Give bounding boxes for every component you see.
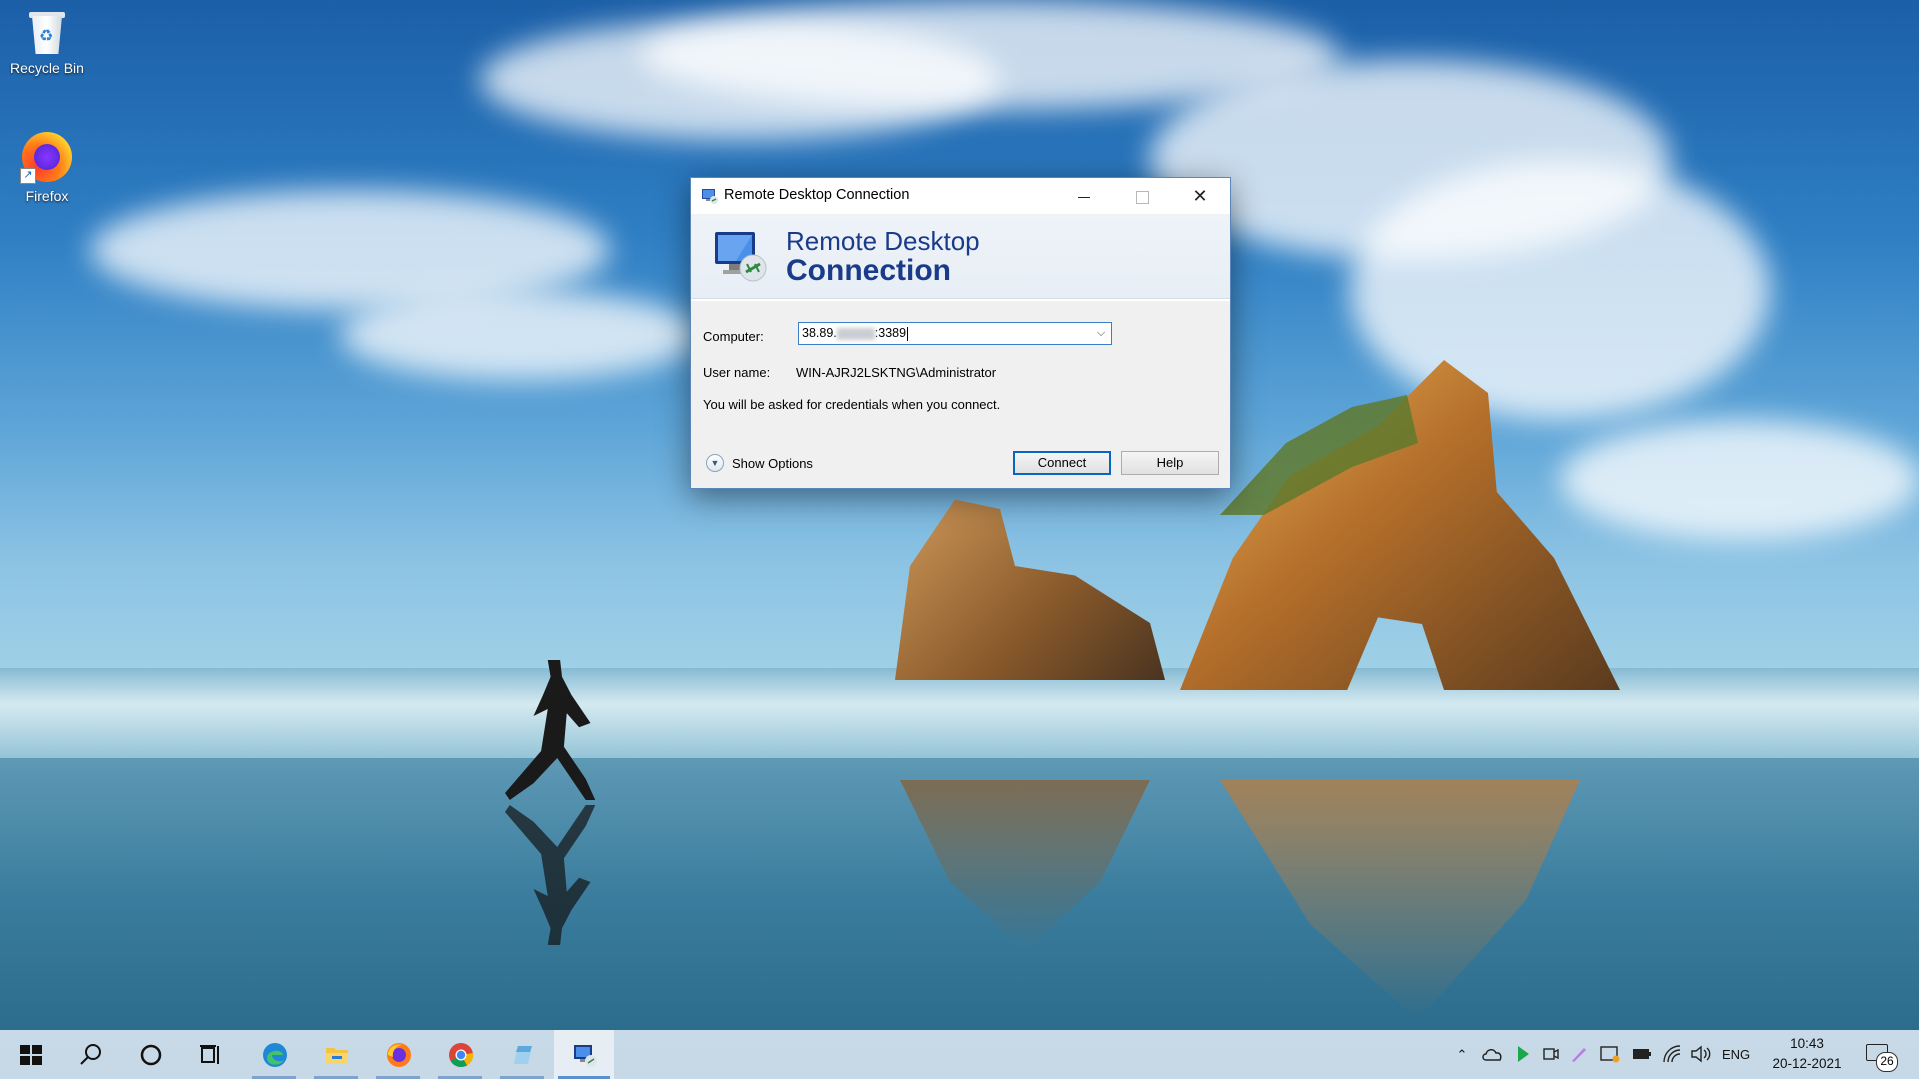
computer-label: Computer: — [703, 329, 764, 344]
desktop-icon-label: Firefox — [25, 188, 69, 204]
task-view-button[interactable] — [180, 1030, 240, 1079]
clock-date: 20-12-2021 — [1772, 1056, 1842, 1071]
computer-value-prefix: 38.89. — [802, 326, 837, 340]
taskbar-file-explorer[interactable] — [306, 1030, 366, 1079]
remote-desktop-icon — [574, 1045, 597, 1067]
close-icon: ✕ — [1192, 186, 1208, 206]
username-value: WIN-AJRJ2LSKTNG\Administrator — [796, 365, 997, 380]
credentials-info-text: You will be asked for credentials when y… — [703, 397, 1001, 412]
rock — [895, 499, 1165, 680]
play-icon[interactable] — [1516, 1045, 1530, 1063]
battery-icon[interactable] — [1632, 1047, 1652, 1061]
text-caret — [907, 326, 909, 341]
computer-value-suffix: :3389 — [874, 326, 907, 340]
notepad-icon — [514, 1046, 532, 1064]
desktop-icon-label: Recycle Bin — [10, 60, 84, 76]
cortana-button[interactable] — [120, 1030, 180, 1079]
desktop-icon-firefox[interactable]: ↗ Firefox — [5, 130, 89, 204]
chrome-icon — [449, 1043, 474, 1068]
taskbar-chrome[interactable] — [430, 1030, 490, 1079]
maximize-icon — [1135, 190, 1149, 204]
start-button[interactable] — [0, 1030, 60, 1079]
defender-security-icon[interactable] — [1600, 1045, 1620, 1063]
show-options-label: Show Options — [732, 456, 813, 471]
dialog-banner: Remote Desktop Connection — [691, 214, 1230, 299]
expand-chevron-icon: ▼ — [706, 454, 724, 472]
remote-desktop-app-icon — [702, 189, 718, 204]
meet-now-icon[interactable] — [1542, 1045, 1560, 1063]
remote-desktop-logo-icon — [715, 232, 767, 282]
username-label: User name: — [703, 365, 771, 380]
divider — [691, 299, 1230, 301]
firefox-icon — [387, 1043, 411, 1067]
chevron-down-icon[interactable]: ⌵ — [1091, 323, 1111, 344]
computer-input-value: 38.89. :3389 — [802, 326, 909, 341]
banner-title-line1: Remote Desktop — [786, 226, 980, 256]
banner-title-line2: Connection — [786, 254, 951, 287]
search-icon — [80, 1044, 101, 1065]
taskbar-notepad[interactable] — [492, 1030, 552, 1079]
cortana-icon — [140, 1044, 162, 1066]
redacted-ip-segment — [836, 327, 875, 340]
taskbar-firefox[interactable] — [368, 1030, 428, 1079]
window-title: Remote Desktop Connection — [724, 187, 910, 203]
taskbar-edge[interactable] — [244, 1030, 304, 1079]
volume-icon[interactable] — [1690, 1044, 1712, 1064]
computer-input[interactable]: 38.89. :3389 ⌵ — [798, 322, 1112, 345]
connect-button[interactable]: Connect — [1013, 451, 1111, 475]
firefox-icon: ↗ — [20, 130, 74, 184]
minimize-button[interactable] — [1055, 178, 1113, 214]
minimize-icon — [1078, 196, 1090, 198]
maximize-button — [1113, 178, 1171, 214]
language-indicator[interactable]: ENG — [1722, 1030, 1750, 1079]
show-hidden-icons-chevron-up-icon[interactable]: ⌃ — [1452, 1030, 1472, 1079]
pen-icon[interactable] — [1570, 1045, 1588, 1063]
onedrive-cloud-icon[interactable] — [1481, 1046, 1503, 1062]
remote-desktop-dialog: Remote Desktop Connection ✕ Remote Deskt… — [690, 177, 1231, 489]
taskbar: ⌃ ENG 10:43 20-12-2021 26 — [0, 1030, 1919, 1079]
help-button[interactable]: Help — [1121, 451, 1219, 475]
edge-icon — [263, 1043, 287, 1067]
notification-count-badge: 26 — [1876, 1052, 1898, 1072]
desktop-icon-recycle-bin[interactable]: ♻ Recycle Bin — [5, 8, 89, 76]
cloud — [1350, 160, 1770, 420]
search-button[interactable] — [60, 1030, 120, 1079]
recycle-bin-icon: ♻ — [26, 8, 68, 56]
close-button[interactable]: ✕ — [1171, 178, 1229, 214]
clock-time: 10:43 — [1790, 1036, 1824, 1051]
wifi-icon[interactable] — [1662, 1044, 1682, 1064]
clock[interactable]: 10:43 20-12-2021 — [1762, 1034, 1852, 1074]
task-view-icon — [200, 1045, 219, 1064]
taskbar-remote-desktop[interactable] — [554, 1030, 614, 1079]
title-bar[interactable]: Remote Desktop Connection ✕ — [691, 178, 1230, 214]
file-explorer-icon — [326, 1048, 348, 1064]
action-center-button[interactable]: 26 — [1866, 1042, 1898, 1072]
windows-start-icon — [20, 1045, 42, 1065]
cloud — [340, 290, 700, 380]
cloud — [1560, 420, 1919, 540]
sea — [0, 668, 1919, 758]
